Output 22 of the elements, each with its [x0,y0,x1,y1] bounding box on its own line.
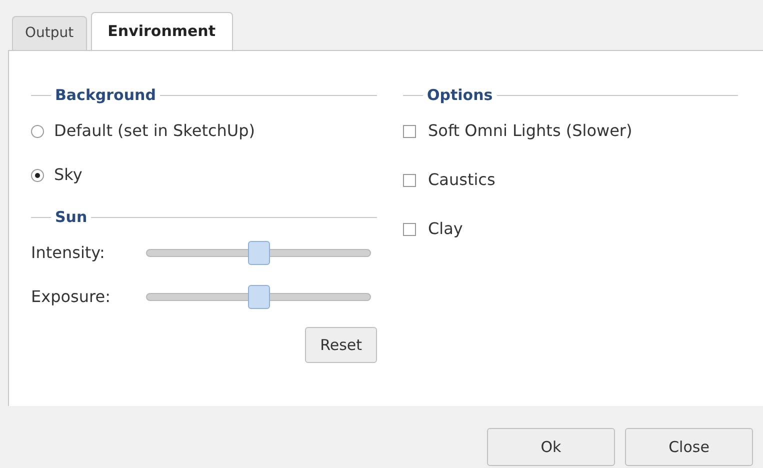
slider-label: Exposure: [31,286,112,308]
slider-thumb[interactable] [248,285,270,309]
radio-label: Sky [54,164,82,186]
radio-label: Default (set in SketchUp) [54,120,256,142]
slider-label: Intensity: [31,242,106,264]
checkbox-label: Soft Omni Lights (Slower) [428,120,632,142]
tab[interactable]: Environment [90,12,233,50]
slider-thumb[interactable] [248,241,270,265]
checkbox-label: Caustics [428,169,496,191]
dialog-button[interactable]: Ok [487,428,615,466]
reset-button[interactable]: Reset [305,327,377,363]
checkbox-label: Clay [428,218,463,240]
radio-button[interactable] [31,124,44,138]
radio-button[interactable] [31,168,44,182]
tab[interactable]: Output [12,16,87,50]
checkbox[interactable] [403,124,416,138]
section-heading: Sun [54,206,88,228]
dialog-button[interactable]: Close [625,428,753,466]
checkbox[interactable] [403,174,416,186]
section-heading: Options [426,84,494,106]
checkbox[interactable] [403,222,416,236]
section-heading: Background [54,84,157,106]
